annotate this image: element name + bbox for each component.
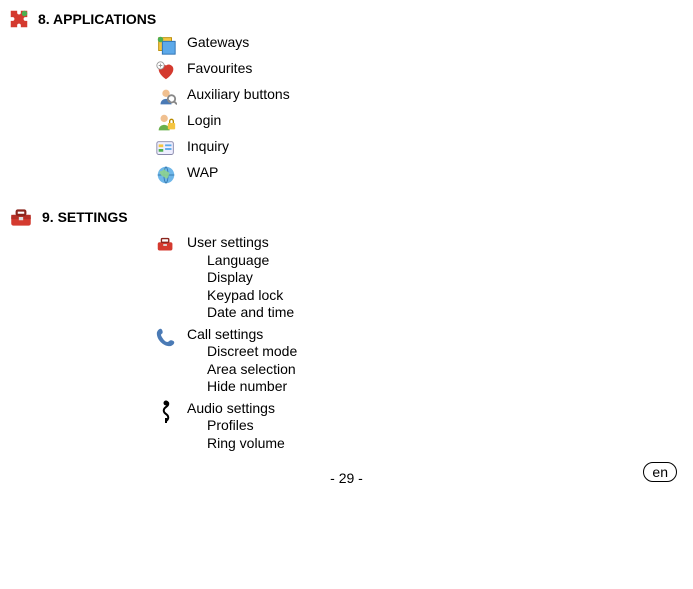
section-applications: 8. APPLICATIONS Gateways Favourites: [8, 8, 685, 186]
item-label: Call settings: [187, 326, 297, 344]
section-title: 8. APPLICATIONS: [38, 11, 156, 27]
gateways-icon: [153, 34, 179, 56]
list-item: Call settings Discreet mode Area selecti…: [153, 326, 685, 396]
item-label: Favourites: [187, 60, 252, 78]
list-item: User settings Language Display Keypad lo…: [153, 234, 685, 322]
item-label: WAP: [187, 164, 218, 182]
item-label: Auxiliary buttons: [187, 86, 290, 104]
sub-item: Profiles: [207, 417, 285, 435]
section-title: 9. SETTINGS: [42, 209, 128, 225]
list-item: Audio settings Profiles Ring volume: [153, 400, 685, 453]
page-number: - 29 -: [8, 470, 685, 486]
audio-settings-icon: [153, 400, 179, 424]
sub-item-list: Language Display Keypad lock Date and ti…: [207, 252, 294, 322]
puzzle-icon: [8, 8, 30, 30]
login-icon: [153, 112, 179, 134]
sub-item: Hide number: [207, 378, 297, 396]
sub-item: Language: [207, 252, 294, 270]
list-item: WAP: [153, 164, 685, 186]
item-label: Audio settings: [187, 400, 285, 418]
user-settings-icon: [153, 234, 179, 256]
sub-item: Discreet mode: [207, 343, 297, 361]
sub-item: Display: [207, 269, 294, 287]
item-label: User settings: [187, 234, 294, 252]
wap-icon: [153, 164, 179, 186]
item-list: Gateways Favourites Auxil: [153, 34, 685, 186]
sub-item: Date and time: [207, 304, 294, 322]
item-block: Call settings Discreet mode Area selecti…: [187, 326, 297, 396]
item-label: Inquiry: [187, 138, 229, 156]
section-settings: 9. SETTINGS User settings Language Displ…: [8, 204, 685, 452]
item-label: Login: [187, 112, 221, 130]
item-list: User settings Language Display Keypad lo…: [153, 234, 685, 452]
item-block: Audio settings Profiles Ring volume: [187, 400, 285, 453]
sub-item-list: Profiles Ring volume: [207, 417, 285, 452]
sub-item: Keypad lock: [207, 287, 294, 305]
language-badge: en: [643, 462, 677, 482]
section-header: 9. SETTINGS: [8, 204, 685, 230]
call-settings-icon: [153, 326, 179, 348]
sub-item: Ring volume: [207, 435, 285, 453]
list-item: Login: [153, 112, 685, 134]
toolbox-icon: [8, 204, 34, 230]
list-item: Favourites: [153, 60, 685, 82]
aux-buttons-icon: [153, 86, 179, 108]
list-item: Auxiliary buttons: [153, 86, 685, 108]
favourites-icon: [153, 60, 179, 82]
sub-item-list: Discreet mode Area selection Hide number: [207, 343, 297, 396]
section-header: 8. APPLICATIONS: [8, 8, 685, 30]
list-item: Gateways: [153, 34, 685, 56]
item-block: User settings Language Display Keypad lo…: [187, 234, 294, 322]
list-item: Inquiry: [153, 138, 685, 160]
item-label: Gateways: [187, 34, 249, 52]
sub-item: Area selection: [207, 361, 297, 379]
inquiry-icon: [153, 138, 179, 160]
